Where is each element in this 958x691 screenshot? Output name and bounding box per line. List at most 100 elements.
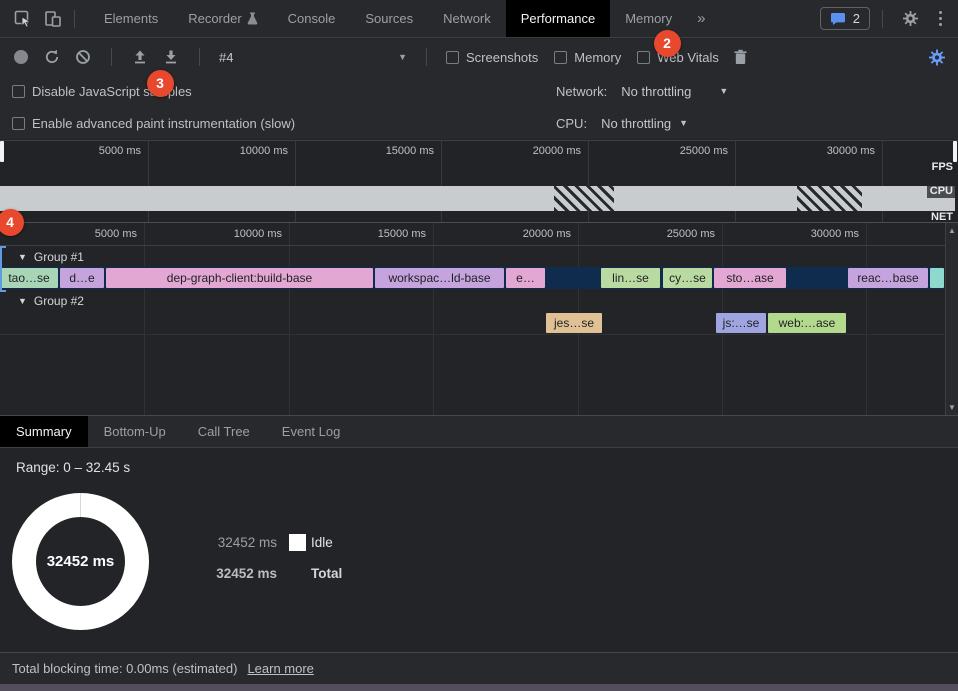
issues-counter[interactable]: 2	[820, 7, 870, 30]
option-row-paint: Enable advanced paint instrumentation (s…	[0, 107, 958, 139]
group-label: Group #1	[34, 250, 84, 264]
devtools-tabs: Elements Recorder Console Sources Network Per…	[89, 0, 687, 37]
history-select-value: #4	[219, 50, 233, 65]
overview-tick-label: 10000 ms	[240, 145, 288, 157]
details-tab-call-tree[interactable]: Call Tree	[182, 416, 266, 447]
capture-settings-gear-icon[interactable]	[928, 48, 946, 66]
track-row-1: tao…sed…edep-graph-client:build-basework…	[0, 267, 944, 289]
scroll-down-icon[interactable]: ▼	[948, 403, 956, 412]
tab-label: Recorder	[188, 11, 241, 26]
cpu-throttling-select[interactable]: No throttling	[601, 116, 671, 131]
flame-scrollbar[interactable]: ▲ ▼	[945, 223, 958, 415]
save-profile-icon[interactable]	[162, 48, 180, 66]
flame-event-bar[interactable]	[930, 268, 944, 288]
tab-console[interactable]: Console	[273, 0, 351, 37]
flame-event-bar[interactable]: d…e	[60, 268, 104, 288]
tab-label: Elements	[104, 11, 158, 26]
overview-tick-label: 30000 ms	[827, 145, 875, 157]
flame-event-bar[interactable]: sto…ase	[714, 268, 786, 288]
cpu-throttling-control: CPU: No throttling ▼	[556, 116, 688, 131]
tabbar-right-controls: 2	[820, 6, 950, 32]
tab-recorder[interactable]: Recorder	[173, 0, 272, 37]
advanced-paint-checkbox[interactable]: Enable advanced paint instrumentation (s…	[12, 116, 295, 131]
flame-event-bar[interactable]: cy…se	[663, 268, 712, 288]
performance-toolbar: #4 ▼ ScreenshotsMemoryWeb Vitals	[0, 39, 958, 75]
checkbox-box	[446, 51, 459, 64]
flame-ruler: 5000 ms10000 ms15000 ms20000 ms25000 ms3…	[0, 223, 945, 246]
flame-tick-label: 15000 ms	[378, 228, 426, 240]
summary-legend: 32452 msIdle32452 msTotal	[205, 534, 342, 581]
cpu-hatch-region	[797, 186, 862, 211]
details-tabbar: SummaryBottom-UpCall TreeEvent Log	[0, 415, 958, 448]
divider	[882, 10, 883, 28]
group-header-2[interactable]: ▼Group #2	[0, 292, 84, 310]
tab-performance[interactable]: Performance	[506, 0, 610, 37]
divider	[199, 48, 200, 66]
summary-pane: Range: 0 – 32.45 s 32452 ms 32452 msIdle…	[0, 449, 958, 652]
more-tabs-button[interactable]: »	[687, 10, 715, 27]
trash-icon[interactable]	[732, 48, 750, 66]
tab-label: Network	[443, 11, 491, 26]
flame-event-bar[interactable]: tao…se	[0, 268, 58, 288]
load-profile-icon[interactable]	[131, 48, 149, 66]
flame-event-bar[interactable]: js:…se	[716, 313, 766, 333]
flame-event-bar[interactable]: reac…base	[848, 268, 928, 288]
overview-tick-label: 20000 ms	[533, 145, 581, 157]
tab-network[interactable]: Network	[428, 0, 506, 37]
group-label: Group #2	[34, 294, 84, 308]
record-button[interactable]	[12, 48, 30, 66]
scroll-up-icon[interactable]: ▲	[948, 226, 956, 235]
checkbox-box	[637, 51, 650, 64]
network-throttling-control: Network: No throttling ▼	[556, 84, 728, 99]
flame-event-bar[interactable]: jes…se	[546, 313, 602, 333]
reload-and-record-button[interactable]	[43, 48, 61, 66]
group-header-1[interactable]: ▼Group #1	[0, 248, 84, 266]
network-throttling-select[interactable]: No throttling	[621, 84, 691, 99]
device-toolbar-icon[interactable]	[38, 6, 68, 32]
clear-button[interactable]	[74, 48, 92, 66]
chevron-down-icon[interactable]: ▼	[679, 118, 688, 128]
legend-label: Total	[311, 566, 342, 581]
devtools-tabbar: Elements Recorder Console Sources Network Per…	[0, 0, 958, 38]
tab-label: Console	[288, 11, 336, 26]
details-tab-event-log[interactable]: Event Log	[266, 416, 357, 447]
overview-tick-label: 25000 ms	[680, 145, 728, 157]
flame-tick-label: 30000 ms	[811, 228, 859, 240]
screenshots-checkbox[interactable]: Screenshots	[446, 50, 538, 65]
more-options-icon[interactable]	[931, 11, 950, 26]
tab-sources[interactable]: Sources	[350, 0, 428, 37]
inspect-element-icon[interactable]	[8, 6, 38, 32]
chat-bubble-icon	[830, 12, 846, 26]
window-edge-strip	[0, 684, 958, 691]
flame-event-bar[interactable]: dep-graph-client:build-base	[106, 268, 373, 288]
flame-chart[interactable]: 5000 ms10000 ms15000 ms20000 ms25000 ms3…	[0, 222, 958, 415]
track-row-2: jes…se js:…seweb:…ase	[0, 312, 944, 334]
legend-value: 32452 ms	[205, 535, 277, 550]
chevron-down-icon[interactable]: ▼	[719, 86, 728, 96]
cpu-hatch-region	[554, 186, 614, 211]
flask-icon	[247, 12, 258, 25]
flame-event-bar[interactable]: workspac…ld-base	[375, 268, 504, 288]
settings-gear-icon[interactable]	[895, 6, 925, 32]
details-tab-bottom-up[interactable]: Bottom-Up	[88, 416, 182, 447]
memory-checkbox[interactable]: Memory	[554, 50, 621, 65]
checkbox-label: Enable advanced paint instrumentation (s…	[32, 116, 295, 131]
flame-event-bar[interactable]: lin…se	[601, 268, 660, 288]
tab-memory[interactable]: Memory	[610, 0, 687, 37]
flame-event-bar[interactable]: web:…ase	[768, 313, 846, 333]
overview-tick-label: 15000 ms	[386, 145, 434, 157]
learn-more-link[interactable]: Learn more	[247, 661, 313, 676]
timeline-overview[interactable]: 5000 ms10000 ms15000 ms20000 ms25000 ms3…	[0, 140, 958, 222]
divider	[426, 48, 427, 66]
overview-right-handle[interactable]	[953, 141, 957, 162]
flame-event-bar[interactable]: e…	[506, 268, 545, 288]
details-tab-summary[interactable]: Summary	[0, 416, 88, 447]
tab-label: Memory	[625, 11, 672, 26]
tab-elements[interactable]: Elements	[89, 0, 173, 37]
overview-left-handle[interactable]	[0, 141, 4, 162]
lane-label-net: NET	[928, 211, 956, 222]
flame-tick-label: 20000 ms	[523, 228, 571, 240]
checkbox-label: Screenshots	[466, 50, 538, 65]
history-select[interactable]: #4 ▼	[219, 50, 407, 65]
checkbox-box	[554, 51, 567, 64]
